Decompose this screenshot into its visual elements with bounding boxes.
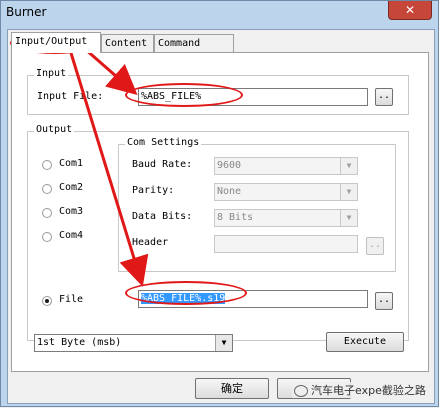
annotation-layer (69, 47, 149, 287)
tab-input-output[interactable]: Input/Output (11, 32, 101, 53)
annotation-arrow-input (84, 47, 138, 95)
burner-window: Burner ✕ Input/Output Content Command Fi… (0, 0, 439, 407)
